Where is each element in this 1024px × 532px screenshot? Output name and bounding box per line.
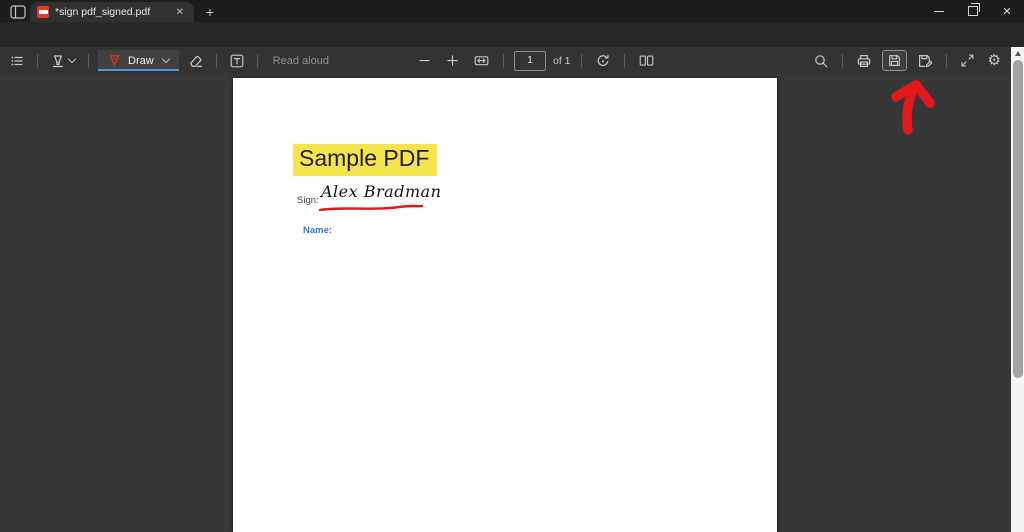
search-icon xyxy=(814,54,828,68)
browser-tab[interactable]: *sign pdf_signed.pdf ✕ xyxy=(30,2,194,22)
scrollbar-up-arrow-icon[interactable] xyxy=(1014,51,1021,56)
pdf-viewer-canvas: Sample PDF Sign: Alex Bradman Name: xyxy=(0,74,1024,532)
document-title-highlighted: Sample PDF xyxy=(293,144,438,176)
fit-width-icon xyxy=(474,56,489,66)
new-tab-button[interactable]: + xyxy=(201,3,219,20)
eraser-icon xyxy=(189,55,202,67)
page-number-input[interactable] xyxy=(514,50,546,71)
minimize-icon xyxy=(934,10,944,12)
tab-actions-icon xyxy=(10,4,26,19)
toolbar-divider xyxy=(215,53,217,68)
sign-label: Sign: xyxy=(297,195,319,206)
add-text-icon xyxy=(230,54,244,67)
restore-button[interactable] xyxy=(956,0,990,22)
rotate-icon xyxy=(597,54,609,66)
plus-icon xyxy=(447,55,458,66)
page-count-label: of 1 xyxy=(553,54,571,67)
pdf-toolbar-center: of 1 xyxy=(414,47,658,74)
pdf-file-icon xyxy=(37,6,49,18)
window-controls: ✕ xyxy=(922,0,1024,22)
highlighter-icon xyxy=(52,54,64,67)
save-icon xyxy=(888,55,900,66)
erase-tool-button[interactable] xyxy=(185,50,207,72)
printer-icon xyxy=(857,54,870,67)
toolbar-divider xyxy=(841,53,843,68)
tab-title: *sign pdf_signed.pdf xyxy=(55,6,151,18)
fit-to-width-button[interactable] xyxy=(470,50,493,71)
red-arrow-annotation xyxy=(891,80,935,135)
name-label: Name: xyxy=(303,225,333,236)
save-as-icon xyxy=(918,54,932,67)
tab-close-icon[interactable]: ✕ xyxy=(173,6,187,19)
save-as-button[interactable] xyxy=(914,50,936,72)
add-text-button[interactable] xyxy=(226,50,248,72)
fullscreen-button[interactable] xyxy=(957,50,978,71)
toolbar-divider xyxy=(37,53,38,68)
draw-pen-icon xyxy=(109,55,120,66)
scrollbar-thumb[interactable] xyxy=(1012,60,1023,378)
toolbar-divider xyxy=(623,53,625,68)
table-of-contents-button[interactable] xyxy=(6,50,28,72)
draw-tool-label: Draw xyxy=(128,54,154,67)
toolbar-divider xyxy=(503,53,504,68)
page-view-button[interactable] xyxy=(635,50,658,71)
pdf-toolbar-left: Draw Read aloud xyxy=(6,47,329,74)
chevron-down-icon xyxy=(67,54,77,64)
search-document-button[interactable] xyxy=(810,50,832,72)
table-of-contents-icon xyxy=(11,56,23,65)
print-button[interactable] xyxy=(853,50,875,72)
read-aloud-button[interactable]: Read aloud xyxy=(273,55,329,67)
title-bar: *sign pdf_signed.pdf ✕ + ✕ xyxy=(0,0,1024,22)
page-view-icon xyxy=(639,55,653,66)
toolbar-divider xyxy=(256,53,258,68)
highlight-tool-button[interactable] xyxy=(47,50,79,72)
zoom-out-button[interactable] xyxy=(414,50,435,71)
signature-red-underline-annotation xyxy=(318,204,424,212)
vertical-scrollbar[interactable] xyxy=(1011,47,1024,532)
address-bar: File C:/Users/ASUS/Desktop/New%20folder/… xyxy=(0,22,1024,67)
toolbar-divider xyxy=(580,53,582,68)
draw-tool-button[interactable]: Draw xyxy=(98,50,179,71)
settings-gear-icon[interactable]: ⚙ xyxy=(985,50,1004,72)
toolbar-divider xyxy=(88,53,89,68)
toolbar-divider xyxy=(945,53,947,68)
pdf-page: Sample PDF Sign: Alex Bradman Name: xyxy=(233,78,777,532)
fullscreen-icon xyxy=(961,54,974,67)
close-button[interactable]: ✕ xyxy=(990,0,1024,22)
restore-icon xyxy=(968,3,980,16)
pdf-toolbar-right: ⚙ xyxy=(810,47,1004,74)
minus-icon xyxy=(419,59,430,62)
tab-actions-button[interactable] xyxy=(7,3,29,20)
signature-text: Alex Bradman xyxy=(321,182,442,201)
rotate-button[interactable] xyxy=(592,50,614,72)
zoom-in-button[interactable] xyxy=(442,50,463,71)
chevron-down-icon xyxy=(161,54,170,64)
minimize-button[interactable] xyxy=(922,0,956,22)
save-button[interactable] xyxy=(881,50,907,71)
